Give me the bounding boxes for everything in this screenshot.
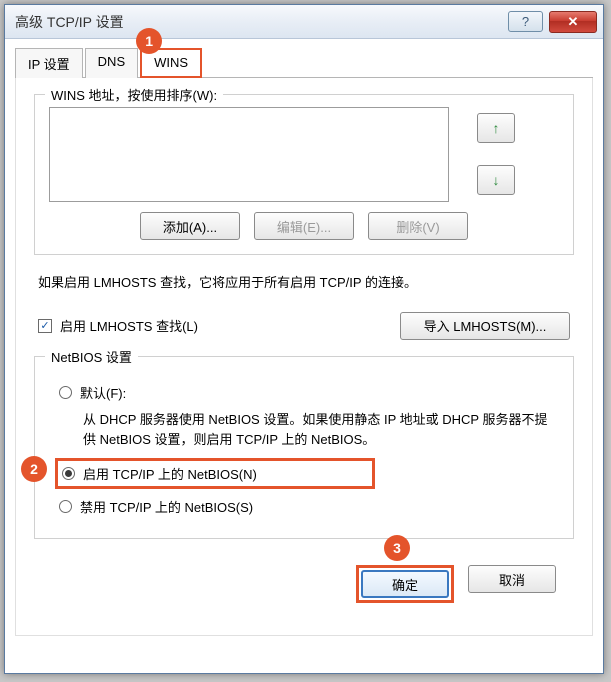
- netbios-enable-label: 启用 TCP/IP 上的 NetBIOS(N): [83, 464, 257, 483]
- dialog-window: 高级 TCP/IP 设置 ? ✕ IP 设置 DNS WINS 1 WINS 地…: [4, 4, 604, 674]
- wins-address-listbox[interactable]: [49, 107, 449, 202]
- dialog-footer: 3 确定 取消: [34, 549, 574, 621]
- help-button[interactable]: ?: [508, 11, 543, 32]
- netbios-disable-radio[interactable]: 禁用 TCP/IP 上的 NetBIOS(S): [55, 494, 559, 519]
- arrow-down-icon: ↓: [493, 172, 500, 188]
- wins-group-legend: WINS 地址，按使用排序(W):: [45, 85, 223, 104]
- close-button[interactable]: ✕: [549, 11, 597, 33]
- wins-address-group: WINS 地址，按使用排序(W): ↑ ↓ 添加(A)... 编辑(E)...: [34, 94, 574, 255]
- delete-button[interactable]: 删除(V): [368, 212, 468, 240]
- cancel-button[interactable]: 取消: [468, 565, 556, 593]
- window-title: 高级 TCP/IP 设置: [15, 12, 508, 32]
- add-button[interactable]: 添加(A)...: [140, 212, 240, 240]
- netbios-enable-radio[interactable]: 启用 TCP/IP 上的 NetBIOS(N): [55, 458, 375, 489]
- wins-button-row: 添加(A)... 编辑(E)... 删除(V): [49, 212, 559, 240]
- netbios-default-description: 从 DHCP 服务器使用 NetBIOS 设置。如果使用静态 IP 地址或 DH…: [83, 410, 559, 450]
- lmhosts-enable-label: 启用 LMHOSTS 查找(L): [60, 316, 198, 335]
- annotation-badge-2: 2: [21, 456, 47, 482]
- tab-ip-settings[interactable]: IP 设置: [15, 48, 83, 78]
- reorder-buttons: ↑ ↓: [477, 107, 515, 195]
- netbios-radio-group: 默认(F): 从 DHCP 服务器使用 NetBIOS 设置。如果使用静态 IP…: [55, 369, 559, 519]
- move-up-button[interactable]: ↑: [477, 113, 515, 143]
- netbios-group: NetBIOS 设置 默认(F): 从 DHCP 服务器使用 NetBIOS 设…: [34, 356, 574, 539]
- close-icon: ✕: [568, 14, 579, 30]
- radio-icon: [59, 500, 72, 513]
- tab-dns[interactable]: DNS: [85, 48, 138, 78]
- lmhosts-checkbox[interactable]: ✓: [38, 319, 52, 333]
- radio-icon: [59, 386, 72, 399]
- import-lmhosts-button[interactable]: 导入 LMHOSTS(M)...: [400, 312, 570, 340]
- help-icon: ?: [522, 14, 529, 29]
- annotation-badge-3: 3: [384, 535, 410, 561]
- tab-wins[interactable]: WINS 1: [140, 48, 202, 78]
- ok-highlight: 确定: [356, 565, 454, 603]
- ok-button[interactable]: 确定: [361, 570, 449, 598]
- check-icon: ✓: [40, 319, 49, 332]
- tab-panel: WINS 地址，按使用排序(W): ↑ ↓ 添加(A)... 编辑(E)...: [15, 78, 593, 636]
- netbios-default-radio[interactable]: 默认(F):: [55, 380, 559, 405]
- radio-icon: [62, 467, 75, 480]
- title-bar[interactable]: 高级 TCP/IP 设置 ? ✕: [5, 5, 603, 39]
- netbios-default-label: 默认(F):: [80, 383, 126, 402]
- radio-dot-icon: [65, 470, 72, 477]
- lmhosts-checkbox-row[interactable]: ✓ 启用 LMHOSTS 查找(L): [38, 316, 198, 335]
- move-down-button[interactable]: ↓: [477, 165, 515, 195]
- lmhosts-note: 如果启用 LMHOSTS 查找，它将应用于所有启用 TCP/IP 的连接。: [38, 273, 574, 294]
- tab-wins-label: WINS: [154, 55, 188, 70]
- client-area: IP 设置 DNS WINS 1 WINS 地址，按使用排序(W): ↑ ↓: [5, 39, 603, 673]
- tab-strip: IP 设置 DNS WINS 1: [15, 47, 593, 78]
- annotation-badge-1: 1: [136, 28, 162, 54]
- netbios-disable-label: 禁用 TCP/IP 上的 NetBIOS(S): [80, 497, 253, 516]
- netbios-legend: NetBIOS 设置: [45, 347, 138, 366]
- edit-button[interactable]: 编辑(E)...: [254, 212, 354, 240]
- arrow-up-icon: ↑: [493, 120, 500, 136]
